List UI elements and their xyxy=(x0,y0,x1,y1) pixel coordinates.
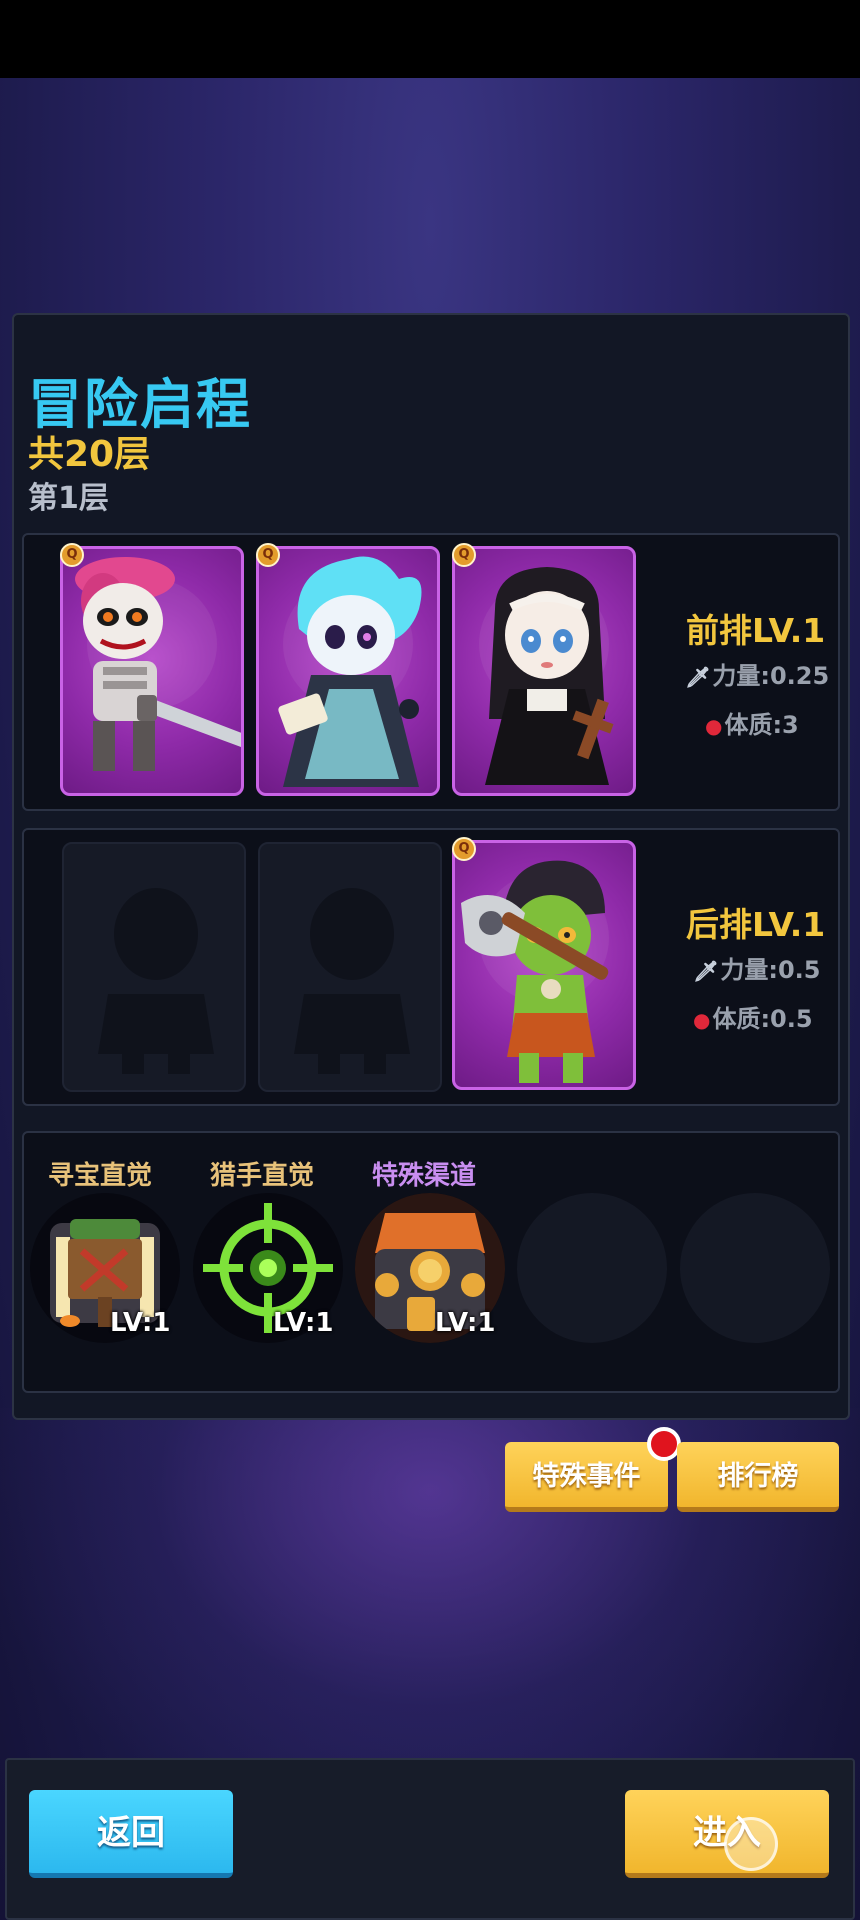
back-row-level: 后排LV.1 xyxy=(686,905,826,944)
nun-healer-icon xyxy=(485,567,614,785)
hero-card-ghost-mage[interactable] xyxy=(256,546,440,796)
empty-hero-slot[interactable] xyxy=(258,842,442,1092)
empty-skill-slot[interactable] xyxy=(517,1193,667,1343)
empty-hero-slot[interactable] xyxy=(62,842,246,1092)
quality-badge-q: Q xyxy=(452,837,476,861)
sword-icon: 🗡 xyxy=(693,959,719,983)
front-row-level: 前排LV.1 xyxy=(686,611,826,650)
silhouette-icon xyxy=(98,888,214,1074)
skill-name-special-channel: 特殊渠道 xyxy=(372,1161,477,1191)
front-row-constitution: ●体质:3 xyxy=(705,711,799,739)
silhouette-icon xyxy=(294,888,410,1074)
quality-badge-q: Q xyxy=(452,543,476,567)
hero-card-skeleton[interactable] xyxy=(60,546,244,796)
current-floor-label: 第1层 xyxy=(28,481,109,516)
quality-badge-q: Q xyxy=(60,543,84,567)
blood-drop-icon: ● xyxy=(693,1008,711,1032)
back-button[interactable]: 返回 xyxy=(29,1790,233,1878)
hero-card-nun[interactable] xyxy=(452,546,636,796)
skill-level-hunter: LV:1 xyxy=(273,1308,334,1338)
skill-level-special-channel: LV:1 xyxy=(435,1308,496,1338)
skeleton-swordsman-icon xyxy=(75,557,241,771)
blood-drop-icon: ● xyxy=(705,714,723,738)
notification-dot xyxy=(647,1427,681,1461)
total-floors-label: 共20层 xyxy=(28,434,151,475)
special-event-button[interactable]: 特殊事件 xyxy=(505,1442,668,1512)
front-row-strength: 🗡力量:0.25 xyxy=(685,662,830,690)
back-row-strength: 🗡力量:0.5 xyxy=(693,956,821,984)
skill-name-treasure: 寻宝直觉 xyxy=(48,1161,153,1191)
sword-icon: 🗡 xyxy=(685,665,711,689)
ghost-mage-icon xyxy=(278,556,422,787)
skill-name-hunter: 猎手直觉 xyxy=(210,1161,315,1191)
back-row-constitution: ●体质:0.5 xyxy=(693,1005,813,1033)
leaderboard-button[interactable]: 排行榜 xyxy=(677,1442,839,1512)
quality-badge-q: Q xyxy=(256,543,280,567)
empty-skill-slot[interactable] xyxy=(680,1193,830,1343)
orc-warrior-icon xyxy=(461,860,609,1083)
skill-level-treasure: LV:1 xyxy=(110,1308,171,1338)
hero-card-orc[interactable] xyxy=(452,840,636,1090)
touch-indicator xyxy=(724,1817,778,1871)
